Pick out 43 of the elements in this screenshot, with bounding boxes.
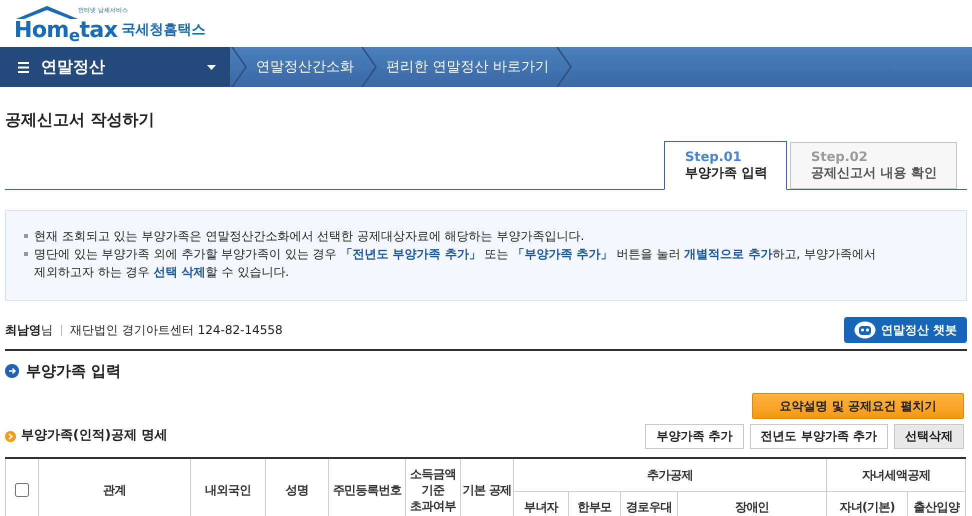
chevron-circle-icon [5, 430, 16, 442]
table-header-cell: 기본 공제 [460, 458, 514, 516]
table-header-cell: 관계 [38, 458, 190, 516]
action-button[interactable]: 부양가족 추가 [645, 424, 744, 448]
arrow-circle-icon [5, 364, 19, 378]
house-roof-icon [16, 5, 78, 19]
bullet-icon [24, 234, 28, 238]
page-title: 공제신고서 작성하기 [5, 110, 156, 130]
notice-text: 명단에 있는 부양가족 외에 추가할 부양가족이 있는 경우 「전년도 부양가족 추가」 또는 「부양가족 추가」 버튼을 눌러 개별적으로 추가하고, 부양가족에서 제외하고자 하는 경우 선택 삭제할 수 있습니다. [34, 246, 877, 281]
logo-wordmark: Hom$_{e}$tax [14, 19, 118, 43]
table-header-cell: 성명 [266, 458, 328, 516]
table-header-cell: 출산입양 [908, 492, 966, 516]
table-header-cell: 부녀자 [514, 492, 568, 516]
table-header-cell: 소득금액 기준 초과여부 [406, 458, 460, 516]
logo-name: 국세청홈택스 [121, 21, 206, 40]
table-header-cell: 주민등록번호 [328, 458, 406, 516]
nav-link[interactable]: 연말정산간소화 [250, 56, 360, 78]
table-header-cell: 자녀(기본) [826, 492, 908, 516]
menu-button[interactable]: 연말정산 [0, 47, 230, 87]
step-tab[interactable]: Step.01 부양가족 입력 [664, 141, 787, 190]
caret-icon [207, 64, 216, 70]
user-suffix: 님 [41, 322, 53, 339]
table-header-cell: 한부모 [568, 492, 620, 516]
summary-button[interactable]: 요약설명 및 공제요건 펼치기 [752, 392, 964, 418]
table-header-cell: 장애인 [678, 492, 827, 516]
user-name: 최남영 [5, 322, 41, 339]
chatbot-button[interactable]: 연말정산 챗봇 [844, 317, 967, 343]
select-all-checkbox[interactable] [15, 483, 29, 498]
step-tab[interactable]: Step.02 공제신고서 내용 확인 [790, 142, 957, 189]
table-header-cell: 경로우대 [620, 492, 678, 516]
action-button[interactable]: 선택삭제 [894, 424, 964, 448]
notice-text: 현재 조회되고 있는 부양가족은 연말정산간소화에서 선택한 공제대상자료에 해당하는 부양가족입니다. [34, 228, 584, 245]
table-header-cell: 추가공제 [514, 458, 827, 492]
robot-icon [854, 321, 876, 339]
table-header-cell: 자녀세액공제 [826, 458, 966, 492]
company-info: 재단법인 경기아트센터 124-82-14558 [70, 322, 283, 339]
section-title: 부양가족 입력 [26, 361, 122, 382]
menu-icon [18, 62, 29, 72]
table-header-cell: 내외국인 [190, 458, 266, 516]
nav-link[interactable]: 편리한 연말정산 바로가기 [380, 56, 555, 78]
subsection-title: 부양가족(인적)공제 명세 [21, 427, 168, 446]
action-button[interactable]: 전년도 부양가족 추가 [750, 424, 888, 448]
bullet-icon [24, 252, 28, 256]
